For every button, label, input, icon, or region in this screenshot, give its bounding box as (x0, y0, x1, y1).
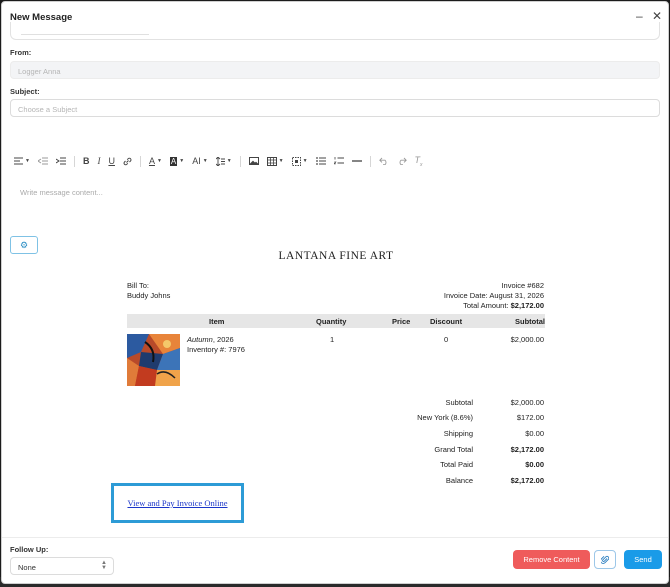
total-amount: Total Amount: $2,172.00 (463, 301, 544, 310)
message-content-placeholder[interactable]: Write message content... (20, 188, 103, 197)
embed-icon[interactable]: ▼ (291, 154, 308, 168)
totals-value: $0.00 (525, 429, 544, 438)
chevron-up-down-icon: ▲ ▼ (101, 560, 107, 571)
col-item: Item (209, 317, 225, 326)
totals-value: $2,172.00 (510, 445, 544, 454)
italic-icon[interactable]: I (97, 154, 100, 168)
font-size-icon[interactable]: AI ▼ (192, 154, 207, 168)
remove-content-button[interactable]: Remove Content (513, 550, 590, 569)
totals-value: $172.00 (516, 413, 544, 422)
subject-label: Subject: (10, 87, 40, 96)
totals-label: Total Paid (440, 460, 473, 469)
text-color-icon[interactable]: A ▼ (149, 154, 162, 168)
field-underline (21, 34, 149, 35)
toolbar-divider (73, 155, 75, 167)
align-left-icon[interactable]: ▼ (14, 154, 30, 168)
totals-label: Grand Total (434, 445, 473, 454)
totals-value: $0.00 (525, 460, 544, 469)
from-field: Logger Anna (10, 61, 660, 79)
line-height-icon[interactable]: ▼ (215, 154, 232, 168)
gear-icon: ⚙ (19, 239, 29, 250)
image-icon[interactable] (248, 154, 259, 168)
item-quantity: 1 (330, 335, 335, 344)
follow-up-select[interactable]: None ▲ ▼ (10, 557, 114, 575)
view-pay-invoice-link[interactable]: View and Pay Invoice Online (127, 498, 227, 508)
invoice-number: Invoice #682 (501, 281, 544, 290)
bold-icon[interactable]: B (83, 154, 90, 168)
artwork-thumbnail (127, 334, 180, 386)
bill-to-label: Bill To: (127, 281, 149, 290)
close-icon[interactable]: ✕ (652, 10, 662, 22)
col-subtotal: Subtotal (515, 317, 545, 326)
totals-label: Shipping (443, 429, 473, 438)
totals-label: Subtotal (445, 398, 473, 407)
horizontal-rule-icon[interactable] (351, 154, 362, 168)
col-price: Price (392, 317, 411, 326)
col-quantity: Quantity (316, 317, 347, 326)
invoice-table-header: Item Quantity Price Discount Subtotal (127, 314, 545, 328)
attach-button[interactable] (594, 550, 616, 569)
indent-decrease-icon[interactable] (37, 154, 48, 168)
table-icon[interactable]: ▼ (266, 154, 284, 168)
follow-up-label: Follow Up: (10, 545, 49, 554)
link-icon[interactable] (123, 154, 132, 168)
total-amount-value: $2,172.00 (510, 301, 544, 310)
paperclip-icon (601, 555, 609, 564)
footer-divider (2, 537, 668, 538)
new-message-dialog: New Message – ✕ From: Logger Anna Subjec… (1, 1, 669, 584)
redo-icon[interactable] (397, 154, 407, 168)
item-discount: 0 (444, 335, 449, 344)
pay-link-highlight: View and Pay Invoice Online (111, 483, 244, 523)
toolbar-divider (239, 155, 241, 167)
item-inventory: Inventory #: 7976 (187, 345, 245, 354)
bullet-list-icon[interactable] (315, 154, 326, 168)
item-name: Autumn (187, 335, 213, 344)
indent-increase-icon[interactable] (55, 154, 66, 168)
toolbar-divider (369, 155, 371, 167)
highlight-color-icon[interactable]: A ▼ (169, 154, 184, 168)
toolbar-divider (139, 155, 141, 167)
clear-format-icon[interactable]: Tx (415, 154, 423, 168)
item-subtotal: $2,000.00 (510, 335, 544, 344)
minimize-icon[interactable]: – (636, 10, 643, 22)
store-name: LANTANA FINE ART (278, 250, 394, 262)
send-button[interactable]: Send (624, 550, 662, 569)
undo-icon[interactable] (378, 154, 389, 168)
subject-select[interactable]: Choose a Subject (10, 99, 660, 117)
item-title: Autumn, 2026 (187, 335, 234, 344)
scrolled-field-edge (10, 22, 660, 40)
bill-to-name: Buddy Johns (127, 291, 171, 300)
totals-value: $2,172.00 (510, 476, 544, 485)
editor-toolbar: ▼ B I U A ▼ A ▼ AI ▼ ▼ ▼ ▼ Tx (14, 154, 431, 168)
item-year: , 2026 (212, 335, 234, 344)
totals-label: Balance (445, 476, 473, 485)
totals-value: $2,000.00 (510, 398, 544, 407)
underline-icon[interactable]: U (108, 154, 115, 168)
col-discount: Discount (430, 317, 463, 326)
from-label: From: (10, 48, 32, 57)
invoice-date: Invoice Date: August 31, 2026 (443, 291, 544, 300)
total-amount-label: Total Amount: (463, 301, 509, 310)
follow-up-value: None (18, 563, 36, 572)
numbered-list-icon[interactable] (333, 154, 344, 168)
totals-label: New York (8.6%) (417, 413, 473, 422)
